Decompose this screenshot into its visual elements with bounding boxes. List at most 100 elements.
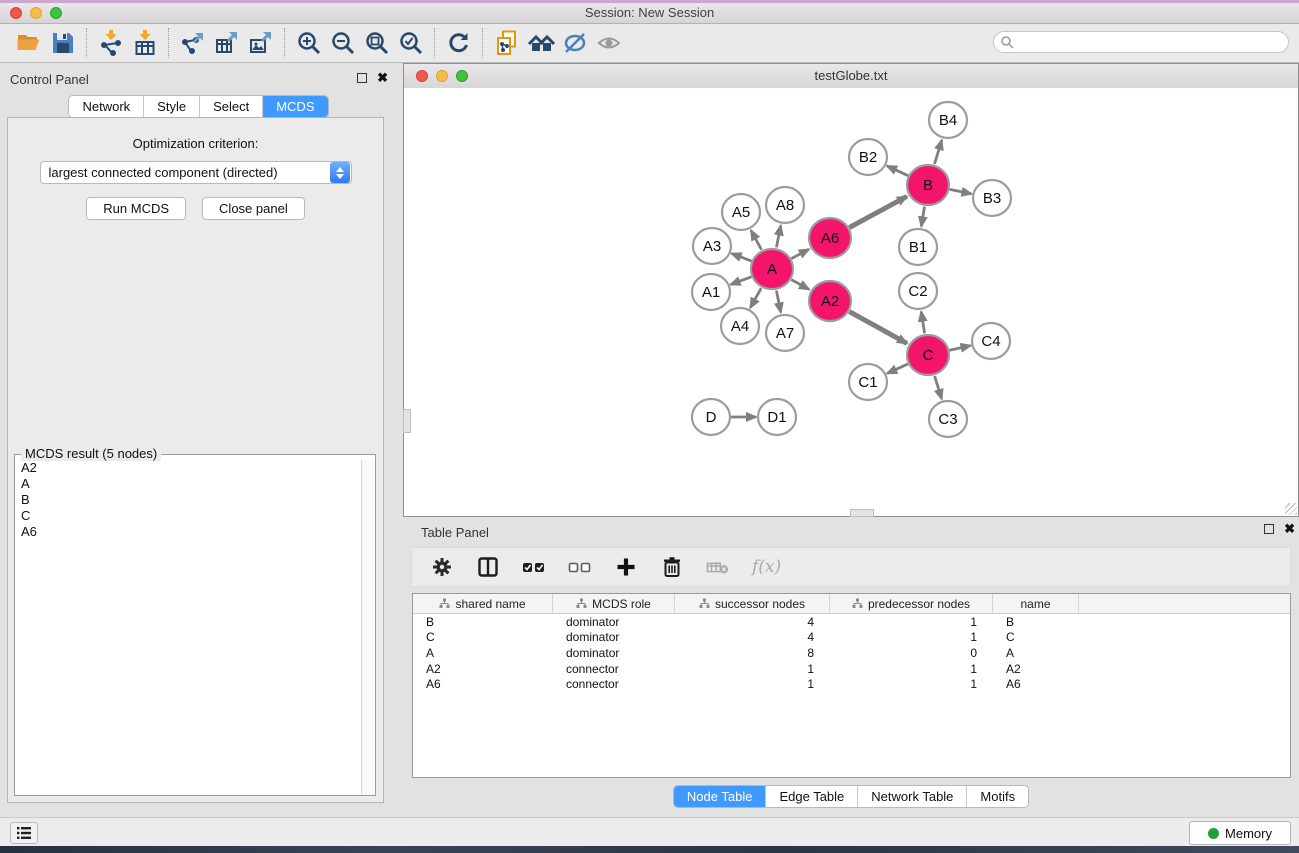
- edge-B-B3[interactable]: [950, 189, 972, 193]
- node-B1[interactable]: B1: [899, 229, 937, 265]
- table-cell[interactable]: A2: [993, 662, 1079, 676]
- node-C3[interactable]: C3: [929, 401, 967, 437]
- edge-C-C3[interactable]: [935, 376, 942, 399]
- resize-grip[interactable]: [1285, 503, 1297, 515]
- table-cell[interactable]: B: [993, 615, 1079, 629]
- edge-A-A8[interactable]: [776, 226, 780, 248]
- node-C1[interactable]: C1: [849, 364, 887, 400]
- horizontal-scroll-handle[interactable]: [850, 509, 874, 517]
- mcds-result-list[interactable]: A2ABCA6: [15, 460, 362, 795]
- column-header-shared-name[interactable]: shared name: [413, 594, 553, 613]
- table-cell[interactable]: B: [413, 615, 553, 629]
- refresh-view-icon[interactable]: [442, 28, 476, 58]
- table-cell[interactable]: A6: [413, 677, 553, 691]
- network-canvas[interactable]: B4B2BB3A5A8A6A3B1AA1C2A2A4A7C4CC1DD1C3: [404, 88, 1298, 516]
- edge-A6-B[interactable]: [849, 196, 907, 227]
- zoom-fit-icon[interactable]: [360, 28, 394, 58]
- node-A8[interactable]: A8: [766, 187, 804, 223]
- edge-A-A6[interactable]: [791, 249, 808, 258]
- table-row[interactable]: A6connector11A6: [413, 676, 1290, 692]
- table-cell[interactable]: dominator: [553, 630, 675, 644]
- task-history-button[interactable]: [10, 822, 38, 844]
- table-cell[interactable]: connector: [553, 677, 675, 691]
- save-session-icon[interactable]: [46, 28, 80, 58]
- node-B[interactable]: B: [907, 165, 949, 205]
- zoom-selected-icon[interactable]: [394, 28, 428, 58]
- float-panel-icon[interactable]: [357, 73, 367, 83]
- table-row[interactable]: A2connector11A2: [413, 661, 1290, 677]
- tab-edge-table[interactable]: Edge Table: [766, 786, 858, 807]
- tab-style[interactable]: Style: [144, 96, 200, 117]
- table-cell[interactable]: dominator: [553, 615, 675, 629]
- export-network-icon[interactable]: [176, 28, 210, 58]
- table-cell[interactable]: A: [993, 646, 1079, 660]
- memory-button[interactable]: Memory: [1189, 821, 1291, 845]
- result-list-item[interactable]: B: [15, 492, 362, 508]
- result-list-item[interactable]: C: [15, 508, 362, 524]
- table-cell[interactable]: A6: [993, 677, 1079, 691]
- settings-gear-icon[interactable]: [430, 552, 454, 582]
- edge-C-C4[interactable]: [950, 346, 971, 351]
- result-list-item[interactable]: A: [15, 476, 362, 492]
- node-A6[interactable]: A6: [809, 218, 851, 258]
- edge-A-A4[interactable]: [750, 288, 761, 308]
- close-panel-button[interactable]: Close panel: [202, 197, 305, 220]
- table-row[interactable]: Adominator80A: [413, 645, 1290, 661]
- select-all-rows-icon[interactable]: [522, 552, 546, 582]
- search-input[interactable]: [1014, 34, 1288, 50]
- table-row[interactable]: Cdominator41C: [413, 630, 1290, 646]
- open-file-icon[interactable]: [12, 28, 46, 58]
- node-B2[interactable]: B2: [849, 139, 887, 175]
- node-A3[interactable]: A3: [693, 228, 731, 264]
- table-cell[interactable]: dominator: [553, 646, 675, 660]
- table-cell[interactable]: 4: [675, 630, 830, 644]
- edge-C-C2[interactable]: [921, 312, 924, 334]
- table-cell[interactable]: 1: [830, 615, 993, 629]
- tab-mcds[interactable]: MCDS: [263, 96, 327, 117]
- export-image-icon[interactable]: [244, 28, 278, 58]
- table-cell[interactable]: 0: [830, 646, 993, 660]
- node-D[interactable]: D: [692, 399, 730, 435]
- export-table-icon[interactable]: [210, 28, 244, 58]
- tab-network-table[interactable]: Network Table: [858, 786, 967, 807]
- column-header-name[interactable]: name: [993, 594, 1079, 613]
- tab-network[interactable]: Network: [69, 96, 144, 117]
- tab-node-table[interactable]: Node Table: [674, 786, 767, 807]
- node-A5[interactable]: A5: [722, 194, 760, 230]
- node-C4[interactable]: C4: [972, 323, 1010, 359]
- column-header-MCDS-role[interactable]: MCDS role: [553, 594, 675, 613]
- node-B3[interactable]: B3: [973, 180, 1011, 216]
- result-list-item[interactable]: A6: [15, 524, 362, 540]
- node-C2[interactable]: C2: [899, 273, 937, 309]
- add-column-icon[interactable]: [614, 552, 638, 582]
- eye-icon[interactable]: [592, 28, 626, 58]
- edge-B-B2[interactable]: [887, 166, 908, 176]
- table-cell[interactable]: 1: [830, 630, 993, 644]
- edge-A-A2[interactable]: [791, 280, 809, 290]
- node-A7[interactable]: A7: [766, 315, 804, 351]
- table-cell[interactable]: connector: [553, 662, 675, 676]
- edge-A-A7[interactable]: [776, 291, 780, 313]
- column-header-predecessor-nodes[interactable]: predecessor nodes: [830, 594, 993, 613]
- criterion-select[interactable]: largest connected component (directed): [40, 161, 352, 184]
- edge-A-A5[interactable]: [751, 230, 762, 249]
- node-A4[interactable]: A4: [721, 308, 759, 344]
- delete-column-icon[interactable]: [660, 552, 684, 582]
- close-table-panel-icon[interactable]: ✖: [1284, 524, 1295, 534]
- result-list-scrollbar[interactable]: [361, 460, 375, 795]
- node-table[interactable]: shared nameMCDS rolesuccessor nodesprede…: [412, 593, 1291, 778]
- deselect-all-rows-icon[interactable]: [568, 552, 592, 582]
- node-A[interactable]: A: [751, 249, 793, 289]
- apply-function-icon[interactable]: f(x): [752, 557, 781, 577]
- node-B4[interactable]: B4: [929, 102, 967, 138]
- table-cell[interactable]: 8: [675, 646, 830, 660]
- edge-A-A3[interactable]: [732, 254, 752, 262]
- edge-B-B4[interactable]: [935, 140, 942, 164]
- table-cell[interactable]: 1: [675, 677, 830, 691]
- close-panel-icon[interactable]: ✖: [377, 73, 388, 83]
- network-window-titlebar[interactable]: testGlobe.txt: [404, 64, 1298, 89]
- node-A1[interactable]: A1: [692, 274, 730, 310]
- table-cell[interactable]: 4: [675, 615, 830, 629]
- node-C[interactable]: C: [907, 335, 949, 375]
- import-table-icon[interactable]: [128, 28, 162, 58]
